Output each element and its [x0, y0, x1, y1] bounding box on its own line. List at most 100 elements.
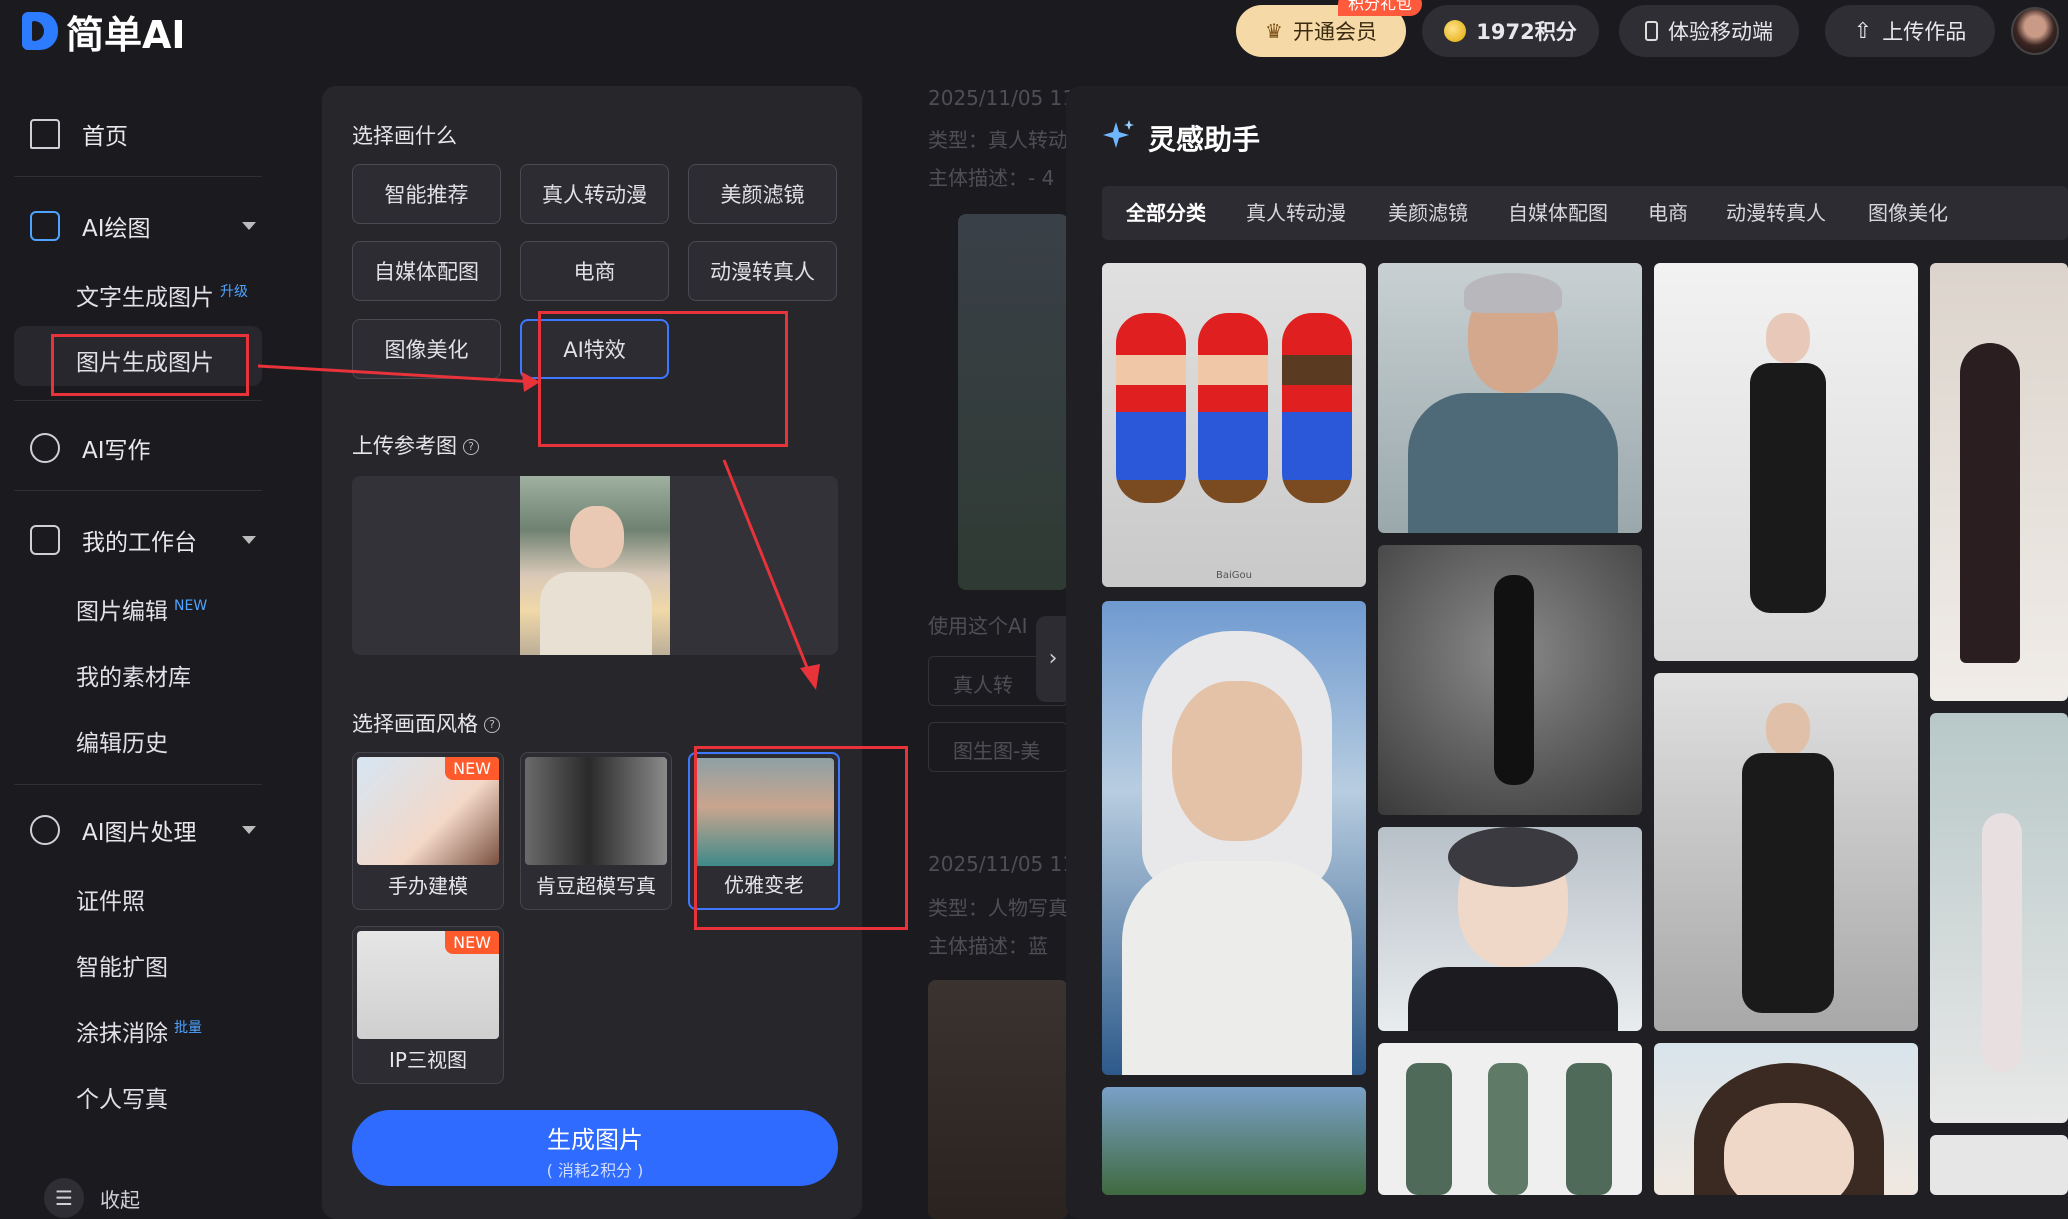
- text-to-image-label: 文字生成图片: [76, 285, 214, 311]
- tab-anime-to-photo[interactable]: 动漫转真人: [1726, 186, 1826, 240]
- vip-label: 开通会员: [1292, 20, 1377, 44]
- image-edit-label: 图片编辑: [76, 599, 168, 625]
- figure-silhouette: [1494, 575, 1534, 785]
- gallery-item-suit-man[interactable]: [1378, 263, 1642, 533]
- nav-materials[interactable]: 我的素材库: [76, 658, 191, 692]
- help-icon[interactable]: ?: [463, 439, 479, 455]
- smart-expand-label: 智能扩图: [76, 955, 168, 981]
- sidebar-divider: [14, 176, 262, 177]
- upload-work-button[interactable]: ⇧ 上传作品: [1825, 5, 1995, 57]
- gallery-item-armor[interactable]: [1378, 1043, 1642, 1195]
- tab-beauty-filter[interactable]: 美颜滤镜: [1388, 186, 1468, 240]
- collapse-sidebar-button[interactable]: ☰ 收起: [44, 1178, 140, 1218]
- collapse-label: 收起: [100, 1187, 140, 1212]
- nav-workspace[interactable]: 我的工作台: [14, 510, 264, 570]
- crown-icon: ♛: [1265, 19, 1283, 43]
- figurine: [1960, 343, 2020, 663]
- mobile-label: 体验移动端: [1668, 20, 1773, 44]
- annotation-box-effects: [538, 311, 788, 447]
- nav-image-edit[interactable]: 图片编辑 NEW: [76, 592, 207, 626]
- generate-label: 生成图片: [547, 1126, 643, 1154]
- elderly-face: [1172, 681, 1302, 841]
- nav-workspace-label: 我的工作台: [82, 530, 197, 556]
- help-icon[interactable]: ?: [484, 717, 500, 733]
- style-card-ip-views[interactable]: NEW IP三视图: [352, 926, 504, 1084]
- chip-smart-recommend[interactable]: 智能推荐: [352, 164, 501, 224]
- chevron-down-icon: [242, 826, 256, 834]
- upload-title-label: 上传参考图: [352, 434, 457, 458]
- gift-badge: 积分礼包: [1338, 0, 1423, 16]
- nav-ai-write-label: AI写作: [82, 438, 151, 464]
- tab-media-image[interactable]: 自媒体配图: [1508, 186, 1608, 240]
- gray-hair: [1464, 273, 1562, 313]
- upload-icon: ⇧: [1853, 18, 1873, 44]
- edit-history-label: 编辑历史: [76, 731, 168, 757]
- nav-erase[interactable]: 涂抹消除 批量: [76, 1014, 202, 1048]
- app-logo[interactable]: 简单AI: [22, 8, 186, 57]
- tab-photo-to-anime[interactable]: 真人转动漫: [1246, 186, 1346, 240]
- gallery-item-bw-walk[interactable]: [1378, 545, 1642, 815]
- chip-beauty-filter[interactable]: 美颜滤镜: [688, 164, 837, 224]
- tab-all[interactable]: 全部分类: [1126, 186, 1206, 240]
- style-card-figure[interactable]: NEW 手办建模: [352, 752, 504, 910]
- nav-portrait[interactable]: 个人写真: [76, 1080, 168, 1114]
- points-button[interactable]: 1972积分: [1422, 5, 1599, 57]
- style-label: 肯豆超模写真: [536, 874, 656, 898]
- nav-ai-draw[interactable]: AI绘图: [14, 196, 264, 256]
- armor-figure: [1406, 1063, 1452, 1195]
- gallery-item-girl-black[interactable]: [1654, 263, 1918, 661]
- girl-face: [1724, 1103, 1854, 1195]
- generate-cost: ( 消耗2积分 ): [546, 1161, 644, 1180]
- new-badge: NEW: [174, 598, 208, 615]
- style-card-model[interactable]: 肯豆超模写真: [520, 752, 672, 910]
- nav-id-photo[interactable]: 证件照: [76, 882, 145, 916]
- nav-text-to-image[interactable]: 文字生成图片 升级: [76, 278, 248, 312]
- gallery-item-anime-man[interactable]: [1378, 827, 1642, 1031]
- user-avatar[interactable]: [2011, 7, 2059, 55]
- sidebar-divider: [14, 784, 262, 785]
- chip-photo-to-anime[interactable]: 真人转动漫: [520, 164, 669, 224]
- girl-face: [1766, 313, 1810, 363]
- chip-anime-to-photo[interactable]: 动漫转真人: [688, 241, 837, 301]
- history-type: 类型：真人转动: [928, 128, 1068, 152]
- generate-button[interactable]: 生成图片 ( 消耗2积分 ): [352, 1110, 838, 1186]
- tab-image-enhance[interactable]: 图像美化: [1868, 186, 1948, 240]
- palette-icon: [30, 815, 60, 845]
- reference-image[interactable]: [520, 476, 670, 655]
- chevron-down-icon: [242, 536, 256, 544]
- gallery-item-mario[interactable]: BaiGou: [1102, 263, 1366, 587]
- home-icon: [30, 119, 60, 149]
- style-title: 选择画面风格?: [352, 708, 500, 738]
- mario-figure: [1116, 313, 1186, 503]
- history-tag[interactable]: 图生图-美: [928, 722, 1068, 772]
- chip-ecommerce[interactable]: 电商: [520, 241, 669, 301]
- sparkle-icon: [1103, 120, 1134, 148]
- history-image[interactable]: [928, 980, 1068, 1219]
- tab-ecommerce[interactable]: 电商: [1648, 186, 1688, 240]
- collapse-panel-button[interactable]: ›: [1036, 616, 1070, 702]
- mobile-button[interactable]: 体验移动端: [1619, 5, 1799, 57]
- nav-ai-process-label: AI图片处理: [82, 820, 197, 846]
- id-photo-label: 证件照: [76, 889, 145, 915]
- gallery-item-figurines[interactable]: [1930, 263, 2068, 701]
- gallery-item-partial[interactable]: [1930, 1135, 2068, 1195]
- history-image[interactable]: [958, 214, 1068, 590]
- gallery-item-watercolor-girl[interactable]: [1654, 1043, 1918, 1195]
- gallery-item-trees[interactable]: [1102, 1087, 1366, 1195]
- reference-face: [570, 506, 624, 568]
- chip-image-enhance[interactable]: 图像美化: [352, 319, 501, 379]
- nav-home[interactable]: 首页: [14, 104, 264, 164]
- nav-ai-write[interactable]: AI写作: [14, 418, 264, 478]
- nav-edit-history[interactable]: 编辑历史: [76, 724, 168, 758]
- gallery-item-figure-girl[interactable]: [1930, 713, 2068, 1123]
- logo-icon: [22, 12, 58, 50]
- batch-badge: 批量: [174, 1020, 202, 1037]
- top-bar: 简单AI ♛ 开通会员 积分礼包 1972积分 体验移动端 ⇧ 上传作品: [0, 0, 2068, 62]
- upload-title: 上传参考图?: [352, 430, 479, 460]
- gallery-item-man-black[interactable]: [1654, 673, 1918, 1031]
- gallery-item-elderly-woman[interactable]: [1102, 601, 1366, 1075]
- inspiration-title: 灵感助手: [1148, 123, 1261, 156]
- nav-smart-expand[interactable]: 智能扩图: [76, 948, 168, 982]
- nav-ai-process[interactable]: AI图片处理: [14, 800, 264, 860]
- chip-media-image[interactable]: 自媒体配图: [352, 241, 501, 301]
